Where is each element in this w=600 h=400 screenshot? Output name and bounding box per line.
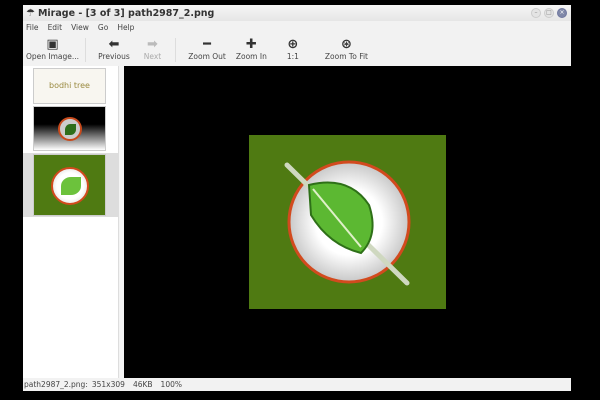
minus-icon: ━ [203, 37, 211, 52]
menu-view[interactable]: View [71, 23, 89, 32]
minimize-button[interactable]: – [531, 8, 541, 18]
title-bar: ☂ Mirage - [3 of 3] path2987_2.png – □ × [23, 5, 571, 21]
zoom-1-1-button[interactable]: ⊕ 1:1 [287, 34, 299, 61]
plus-icon: ✚ [245, 37, 257, 52]
leaf-image [284, 160, 411, 286]
thumbnail-leaf-ornament[interactable] [33, 106, 106, 151]
arrow-left-icon: ⬅ [108, 37, 120, 52]
menu-go[interactable]: Go [98, 23, 108, 32]
zoom-100-icon: ⊕ [287, 37, 299, 52]
previous-button[interactable]: ⬅ Previous [98, 34, 130, 61]
menu-help[interactable]: Help [117, 23, 134, 32]
status-bar: path2987_2.png: 351x309 46KB 100% [23, 378, 571, 391]
status-filesize: 46KB [132, 380, 153, 389]
image-viewport [124, 66, 571, 378]
menu-file[interactable]: File [26, 23, 39, 32]
menu-bar: File Edit View Go Help [23, 21, 134, 33]
thumbnail-bodhi-tree[interactable]: bodhi tree [33, 68, 106, 104]
app-icon: ☂ [26, 7, 35, 19]
window-title: Mirage - [3 of 3] path2987_2.png [37, 7, 215, 19]
thumbnail-path2987-selected[interactable] [33, 154, 106, 216]
next-button[interactable]: ➡ Next [144, 34, 161, 61]
mirage-window: ☂ Mirage - [3 of 3] path2987_2.png – □ ×… [23, 5, 571, 391]
zoom-fit-icon: ⊛ [341, 37, 352, 52]
open-image-icon: ▣ [46, 37, 59, 52]
toolbar: ▣ Open Image... ⬅ Previous ➡ Next ━ Zoom Out… [23, 34, 571, 66]
maximize-button[interactable]: □ [544, 8, 554, 18]
close-button[interactable]: × [557, 8, 567, 18]
open-image-button[interactable]: ▣ Open Image... [26, 34, 79, 61]
thumbnail-pane: bodhi tree [23, 66, 118, 378]
zoom-in-button[interactable]: ✚ Zoom In [236, 34, 267, 61]
zoom-out-button[interactable]: ━ Zoom Out [188, 34, 226, 61]
status-zoom: 100% [160, 380, 182, 389]
displayed-image [249, 135, 446, 309]
zoom-to-fit-button[interactable]: ⊛ Zoom To Fit [325, 34, 368, 61]
arrow-right-icon: ➡ [147, 37, 158, 52]
status-filename: path2987_2.png: [24, 380, 88, 389]
menu-edit[interactable]: Edit [48, 23, 63, 32]
status-dimensions: 351x309 [91, 380, 125, 389]
